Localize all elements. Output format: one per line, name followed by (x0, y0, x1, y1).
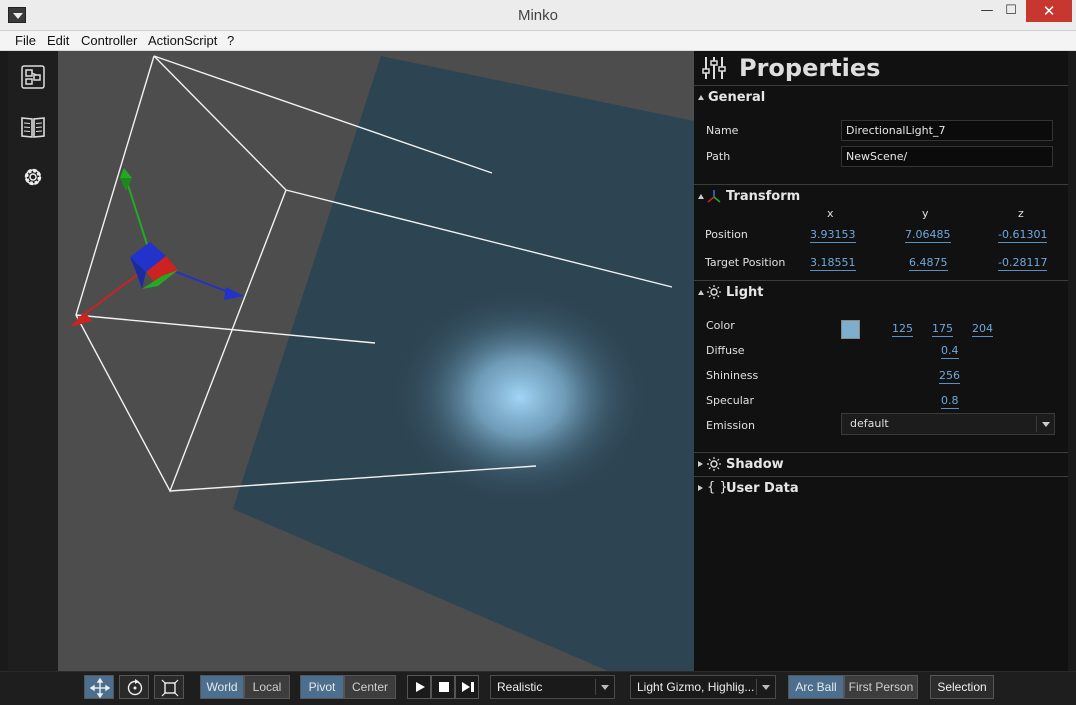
arc-ball-button[interactable]: Arc Ball (788, 675, 844, 699)
divider (1036, 416, 1037, 432)
divider (694, 85, 1068, 86)
selection-button[interactable]: Selection (930, 675, 994, 699)
gizmo-filter-select[interactable]: Light Gizmo, Highlig... (630, 675, 776, 699)
title-bar: Minko — ☐ ✕ (0, 0, 1076, 31)
axis-y-label: y (922, 207, 929, 220)
stop-icon[interactable] (431, 675, 455, 699)
specular-label: Specular (706, 394, 755, 407)
axis-x-label: x (827, 207, 834, 220)
transform-collapse-icon[interactable] (698, 194, 704, 199)
scale-tool-icon[interactable] (154, 675, 184, 699)
color-label: Color (706, 319, 735, 332)
pivot-button[interactable]: Pivot (300, 675, 344, 699)
translate-tool-icon[interactable] (84, 675, 114, 699)
close-icon[interactable]: ✕ (1026, 0, 1072, 22)
section-transform[interactable]: Transform (726, 189, 800, 204)
target-position-label: Target Position (705, 256, 786, 269)
light-collapse-icon[interactable] (698, 290, 704, 295)
emission-select[interactable]: default (841, 413, 1055, 435)
section-general[interactable]: General (708, 90, 765, 105)
braces-icon: { } (707, 480, 728, 495)
light-bulb-icon (706, 284, 722, 303)
step-forward-icon[interactable] (455, 675, 479, 699)
target-position-z[interactable]: -0.28117 (998, 256, 1048, 271)
properties-sliders-icon (702, 55, 726, 84)
shininess-value[interactable]: 256 (939, 369, 960, 384)
color-g[interactable]: 175 (932, 322, 953, 337)
local-space-button[interactable]: Local (244, 675, 290, 699)
menu-actionscript[interactable]: ActionScript (148, 33, 217, 48)
light-color-swatch[interactable] (841, 320, 860, 339)
divider (694, 184, 1068, 185)
menu-edit[interactable]: Edit (47, 33, 69, 48)
rotate-tool-icon[interactable] (119, 675, 149, 699)
specular-value[interactable]: 0.8 (941, 394, 959, 409)
divider (694, 452, 1068, 453)
first-person-button[interactable]: First Person (844, 675, 918, 699)
name-label: Name (706, 124, 739, 137)
divider (756, 679, 757, 695)
diffuse-value[interactable]: 0.4 (941, 344, 959, 359)
gizmo-filter-value: Light Gizmo, Highlig... (637, 680, 755, 694)
target-position-x[interactable]: 3.18551 (810, 256, 856, 271)
path-label: Path (706, 150, 731, 163)
color-b[interactable]: 204 (972, 322, 993, 337)
chevron-down-icon (601, 685, 609, 690)
menu-help[interactable]: ? (227, 33, 234, 48)
position-x[interactable]: 3.93153 (810, 228, 856, 243)
maximize-icon[interactable]: ☐ (996, 0, 1026, 22)
shininess-label: Shininess (706, 369, 759, 382)
scene-viewport[interactable] (58, 51, 694, 671)
window-title: Minko (517, 7, 558, 24)
play-icon[interactable] (407, 675, 431, 699)
library-icon[interactable] (19, 113, 47, 141)
position-z[interactable]: -0.61301 (998, 228, 1048, 243)
emission-label: Emission (706, 419, 755, 432)
general-collapse-icon[interactable] (698, 95, 704, 100)
chevron-down-icon (762, 685, 770, 690)
section-user-data[interactable]: User Data (726, 481, 799, 496)
section-shadow[interactable]: Shadow (726, 457, 784, 472)
bottom-toolbar: World Local Pivot Center Realistic Light… (0, 671, 1076, 705)
color-r[interactable]: 125 (892, 322, 913, 337)
menu-bar: File Edit Controller ActionScript ? (0, 31, 1076, 51)
left-toolbar (8, 51, 58, 671)
scene-graph-icon[interactable] (19, 63, 47, 91)
emission-value: default (850, 417, 889, 430)
user-data-expand-icon[interactable] (698, 485, 703, 491)
section-light[interactable]: Light (726, 285, 764, 300)
render-mode-select[interactable]: Realistic (490, 675, 615, 699)
menu-file[interactable]: File (15, 33, 36, 48)
divider (694, 476, 1068, 477)
settings-gear-icon[interactable] (19, 163, 47, 191)
diffuse-label: Diffuse (706, 344, 745, 357)
position-y[interactable]: 7.06485 (905, 228, 951, 243)
properties-title: Properties (739, 54, 881, 82)
target-position-y[interactable]: 6.4875 (909, 256, 948, 271)
render-mode-value: Realistic (497, 680, 543, 694)
shadow-expand-icon[interactable] (698, 461, 703, 467)
menu-controller[interactable]: Controller (81, 33, 137, 48)
world-space-button[interactable]: World (200, 675, 244, 699)
properties-panel: Properties General Name DirectionalLight… (694, 51, 1068, 671)
divider (694, 280, 1068, 281)
chevron-down-icon (1042, 422, 1050, 427)
scene-render (70, 55, 694, 671)
divider (595, 679, 596, 695)
transform-axes-icon (706, 188, 722, 207)
name-field[interactable]: DirectionalLight_7 (841, 120, 1053, 141)
position-label: Position (705, 228, 748, 241)
path-field[interactable]: NewScene/ (841, 146, 1053, 167)
center-button[interactable]: Center (344, 675, 396, 699)
shadow-light-icon (706, 456, 722, 475)
axis-z-label: z (1018, 207, 1024, 220)
